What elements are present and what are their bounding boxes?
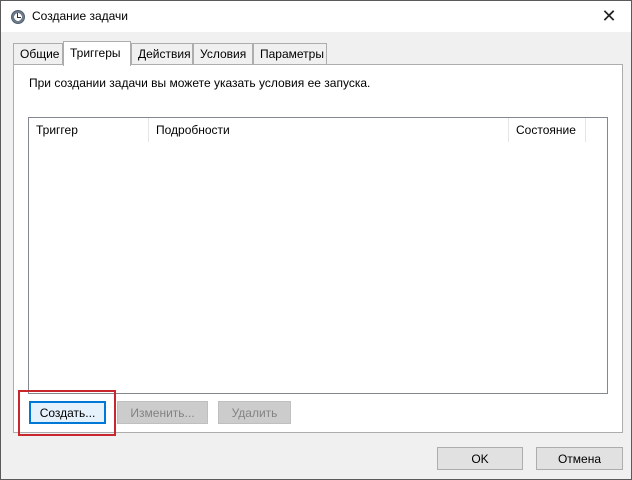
column-header-details[interactable]: Подробности	[149, 118, 509, 142]
triggers-list[interactable]: Триггер Подробности Состояние	[28, 117, 608, 394]
ok-button[interactable]: OK	[437, 447, 523, 470]
close-button[interactable]: ✕	[587, 1, 631, 32]
edit-trigger-button[interactable]: Изменить...	[117, 401, 208, 424]
tab-conditions[interactable]: Условия	[193, 43, 253, 65]
create-task-dialog: Создание задачи ✕ Общие Триггеры Действи…	[0, 0, 632, 480]
column-header-trigger[interactable]: Триггер	[29, 118, 149, 142]
tab-actions[interactable]: Действия	[131, 43, 193, 65]
close-icon: ✕	[601, 6, 617, 26]
triggers-list-header: Триггер Подробности Состояние	[29, 118, 607, 142]
title-bar[interactable]: Создание задачи ✕	[1, 1, 631, 32]
create-trigger-button[interactable]: Создать...	[29, 401, 106, 424]
tab-triggers[interactable]: Триггеры	[63, 41, 131, 66]
tab-general[interactable]: Общие	[13, 43, 63, 65]
clock-icon	[11, 10, 25, 24]
delete-trigger-button[interactable]: Удалить	[218, 401, 291, 424]
window-title: Создание задачи	[32, 9, 128, 23]
triggers-panel: При создании задачи вы можете указать ус…	[13, 64, 623, 436]
cancel-button[interactable]: Отмена	[536, 447, 623, 470]
tab-settings[interactable]: Параметры	[253, 43, 327, 65]
column-header-status[interactable]: Состояние	[509, 118, 586, 142]
triggers-description: При создании задачи вы можете указать ус…	[29, 76, 371, 90]
